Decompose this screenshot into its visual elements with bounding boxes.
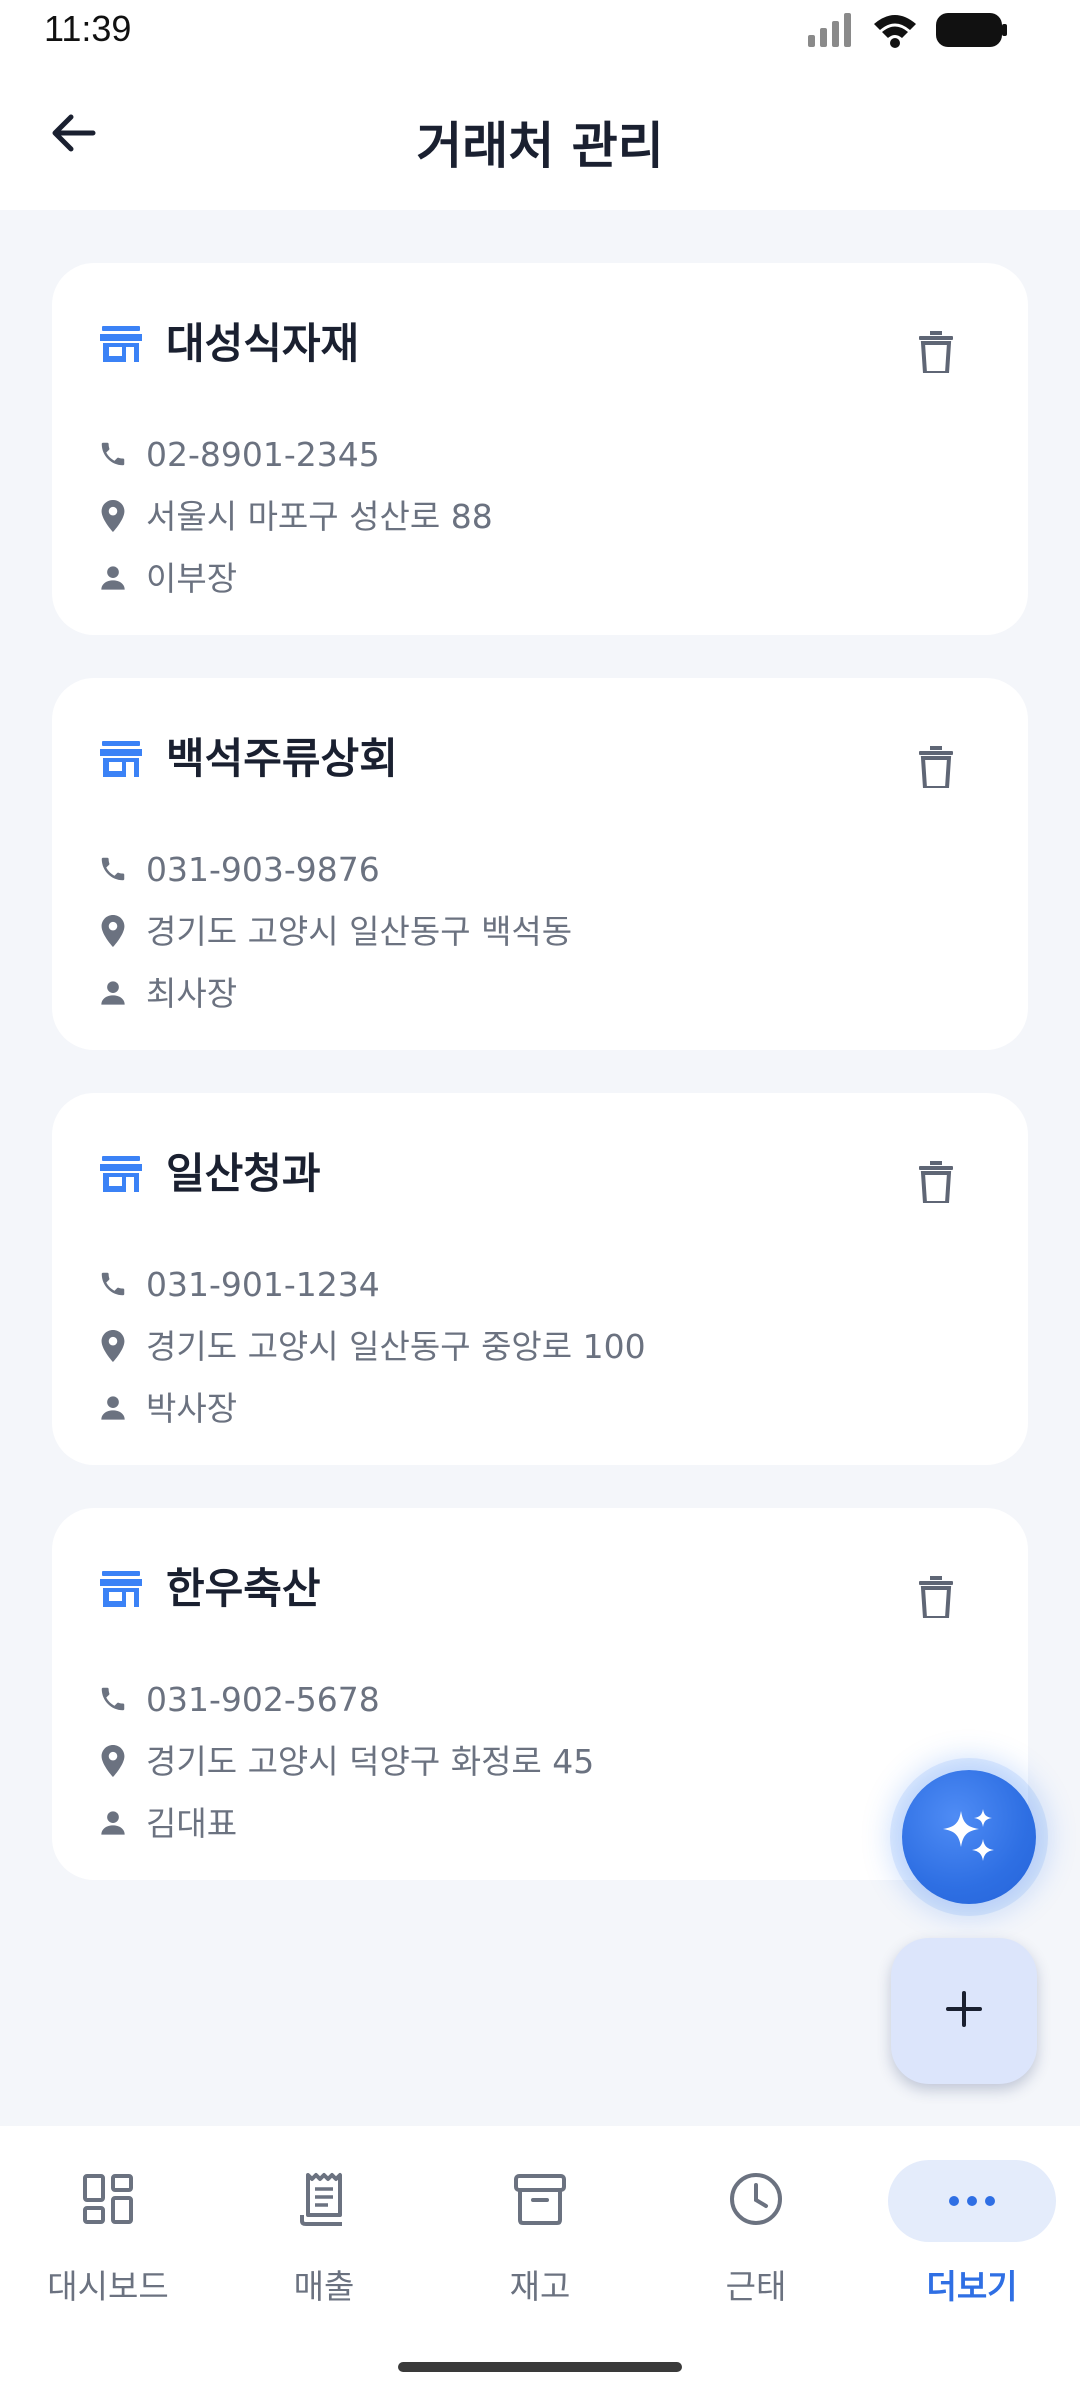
trash-icon [919, 746, 953, 792]
nav-item-dashboard[interactable]: 대시보드 [0, 2126, 216, 2326]
nav-icon-container [456, 2160, 624, 2242]
trash-icon [919, 331, 953, 377]
vendor-phone: 031-902-5678 [146, 1679, 380, 1719]
nav-item-more[interactable]: 더보기 [864, 2126, 1080, 2326]
nav-icon-container [240, 2160, 408, 2242]
phone-icon [96, 852, 130, 886]
vendor-contact: 최사장 [146, 973, 238, 1013]
vendor-contact-row: 박사장 [96, 1391, 237, 1425]
trash-icon [919, 1576, 953, 1622]
vendor-address-row: 경기도 고양시 덕양구 화정로 45 [96, 1744, 594, 1778]
vendor-card[interactable]: 한우축산 031-902-5678 경기도 고양시 덕양구 화정로 45 김대표 [52, 1508, 1028, 1880]
vendor-phone: 031-903-9876 [146, 849, 380, 889]
vendor-card-header: 일산청과 [98, 1151, 321, 1197]
nav-icon-container [672, 2160, 840, 2242]
vendor-address: 서울시 마포구 성산로 88 [146, 496, 493, 536]
vendor-address: 경기도 고양시 덕양구 화정로 45 [146, 1741, 595, 1781]
dashboard-icon [82, 2173, 134, 2229]
person-icon [96, 1806, 130, 1840]
home-indicator[interactable] [398, 2362, 682, 2372]
person-icon [96, 1391, 130, 1425]
vendor-card-header: 한우축산 [98, 1566, 321, 1612]
ai-assistant-button[interactable] [902, 1770, 1036, 1904]
vendor-card[interactable]: 일산청과 031-901-1234 경기도 고양시 일산동구 중앙로 100 박… [52, 1093, 1028, 1465]
vendor-address: 경기도 고양시 일산동구 백석동 [146, 911, 573, 951]
wifi-icon [872, 12, 918, 52]
delete-button[interactable] [914, 744, 958, 794]
location-pin-icon [96, 1329, 130, 1363]
clock-icon [728, 2171, 784, 2231]
person-icon [96, 976, 130, 1010]
vendor-contact-row: 김대표 [96, 1806, 237, 1840]
vendor-phone: 02-8901-2345 [146, 434, 380, 474]
nav-item-attendance[interactable]: 근태 [648, 2126, 864, 2326]
nav-label: 더보기 [926, 2267, 1018, 2306]
nav-item-sales[interactable]: 매출 [216, 2126, 432, 2326]
nav-icon-container [888, 2160, 1056, 2242]
vendor-address-row: 서울시 마포구 성산로 88 [96, 499, 493, 533]
vendor-contact-row: 최사장 [96, 976, 237, 1010]
storefront-icon [98, 736, 144, 782]
more-dots-icon [948, 2192, 996, 2211]
storefront-icon [98, 1151, 144, 1197]
vendor-phone-row: 02-8901-2345 [96, 437, 380, 471]
page-title: 거래처 관리 [416, 117, 664, 175]
storefront-icon [98, 321, 144, 367]
vendor-card-header: 백석주류상회 [98, 736, 398, 782]
vendor-name: 일산청과 [166, 1149, 321, 1198]
delete-button[interactable] [914, 1574, 958, 1624]
phone-icon [96, 1267, 130, 1301]
archive-box-icon [513, 2172, 567, 2230]
vendor-card[interactable]: 백석주류상회 031-903-9876 경기도 고양시 일산동구 백석동 최사장 [52, 678, 1028, 1050]
vendor-address-row: 경기도 고양시 일산동구 백석동 [96, 914, 572, 948]
trash-icon [919, 1161, 953, 1207]
storefront-icon [98, 1566, 144, 1612]
location-pin-icon [96, 1744, 130, 1778]
nav-label: 재고 [509, 2267, 571, 2306]
status-icons [808, 12, 1008, 52]
battery-icon [936, 13, 1008, 51]
vendor-name: 한우축산 [166, 1564, 321, 1613]
phone-icon [96, 437, 130, 471]
vendor-name: 백석주류상회 [166, 734, 398, 783]
location-pin-icon [96, 914, 130, 948]
delete-button[interactable] [914, 1159, 958, 1209]
vendor-contact: 이부장 [146, 558, 238, 598]
vendor-contact-row: 이부장 [96, 561, 237, 595]
vendor-phone: 031-901-1234 [146, 1264, 380, 1304]
vendor-card[interactable]: 대성식자재 02-8901-2345 서울시 마포구 성산로 88 이부장 [52, 263, 1028, 635]
vendor-contact: 김대표 [146, 1803, 238, 1843]
nav-item-inventory[interactable]: 재고 [432, 2126, 648, 2326]
status-bar: 11:39 [0, 0, 1080, 60]
vendor-address-row: 경기도 고양시 일산동구 중앙로 100 [96, 1329, 646, 1363]
sparkle-icon [937, 1803, 1001, 1871]
app-bar: 거래처 관리 [0, 60, 1080, 210]
person-icon [96, 561, 130, 595]
nav-label: 대시보드 [47, 2267, 169, 2306]
plus-icon [944, 1989, 984, 2033]
vendor-phone-row: 031-901-1234 [96, 1267, 380, 1301]
vendor-name: 대성식자재 [166, 319, 360, 368]
vendor-phone-row: 031-902-5678 [96, 1682, 380, 1716]
nav-icon-container [24, 2160, 192, 2242]
vendor-phone-row: 031-903-9876 [96, 852, 380, 886]
phone-icon [96, 1682, 130, 1716]
nav-label: 근태 [725, 2267, 787, 2306]
receipt-icon [298, 2171, 350, 2231]
vendor-card-header: 대성식자재 [98, 321, 359, 367]
vendor-address: 경기도 고양시 일산동구 중앙로 100 [146, 1326, 646, 1366]
bottom-navigation: 대시보드 매출 재고 근태 더보기 [0, 2126, 1080, 2400]
location-pin-icon [96, 499, 130, 533]
signal-icon [808, 13, 854, 51]
nav-label: 매출 [293, 2267, 355, 2306]
delete-button[interactable] [914, 329, 958, 379]
add-vendor-button[interactable] [891, 1938, 1037, 2084]
vendor-contact: 박사장 [146, 1388, 238, 1428]
status-time: 11:39 [44, 8, 132, 49]
